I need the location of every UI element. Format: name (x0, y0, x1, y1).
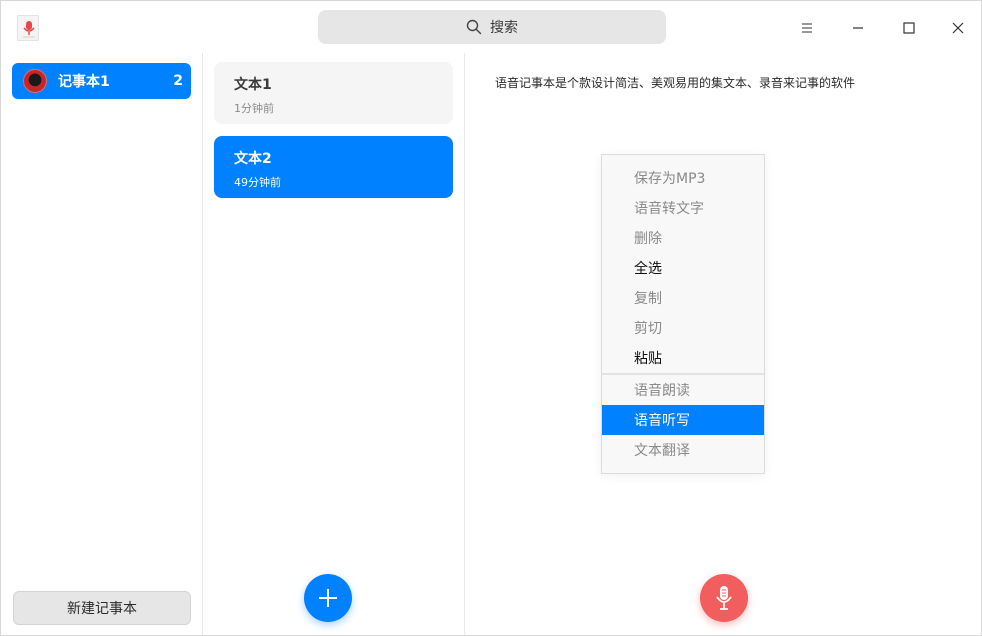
notebook-count-badge: 2 (173, 73, 183, 89)
hamburger-menu-icon (802, 23, 812, 33)
new-notebook-button[interactable]: 新建记事本 (13, 591, 191, 625)
main-menu-button[interactable] (790, 11, 824, 45)
note-list-item[interactable]: 文本1 1分钟前 (214, 62, 453, 124)
microphone-notepad-icon (17, 15, 39, 41)
minimize-icon (853, 27, 863, 29)
titlebar: 搜索 (1, 1, 981, 53)
add-note-button[interactable] (304, 574, 352, 622)
note-title: 文本2 (234, 151, 272, 167)
menu-item-translate[interactable]: 文本翻译 (602, 435, 764, 465)
menu-item-copy[interactable]: 复制 (602, 283, 764, 313)
editor-content[interactable]: 语音记事本是个款设计简洁、美观易用的集文本、录音来记事的软件 (495, 74, 855, 91)
microphone-icon (716, 586, 732, 610)
menu-item-delete[interactable]: 删除 (602, 223, 764, 253)
menu-item-dictation[interactable]: 语音听写 (602, 405, 764, 435)
menu-item-cut[interactable]: 剪切 (602, 313, 764, 343)
note-time: 1分钟前 (234, 102, 274, 115)
context-menu: 保存为MP3 语音转文字 删除 全选 复制 剪切 粘贴 语音朗读 语音听写 文本… (601, 154, 765, 474)
note-list: 文本1 1分钟前 文本2 49分钟前 (204, 53, 465, 635)
close-button[interactable] (941, 11, 975, 45)
note-time: 49分钟前 (234, 176, 281, 189)
close-icon (952, 22, 964, 34)
app-window: 搜索 记事本1 2 新建记事本 文本1 1分钟前 文本2 49分钟前 语音记事本… (0, 0, 982, 636)
notebook-avatar (23, 69, 47, 93)
minimize-button[interactable] (841, 11, 875, 45)
maximize-icon (903, 22, 915, 34)
maximize-button[interactable] (892, 11, 926, 45)
search-input[interactable]: 搜索 (318, 10, 666, 44)
menu-item-select-all[interactable]: 全选 (602, 253, 764, 283)
record-button[interactable] (700, 574, 748, 622)
search-placeholder: 搜索 (490, 20, 518, 36)
menu-item-read-aloud[interactable]: 语音朗读 (602, 375, 764, 405)
notebook-name: 记事本1 (58, 74, 110, 90)
note-list-item-selected[interactable]: 文本2 49分钟前 (214, 136, 453, 198)
note-title: 文本1 (234, 77, 272, 93)
menu-item-paste[interactable]: 粘贴 (602, 343, 764, 373)
menu-item-speech-to-text[interactable]: 语音转文字 (602, 193, 764, 223)
sidebar-item-notebook-1[interactable]: 记事本1 2 (12, 63, 191, 99)
plus-icon (319, 589, 337, 607)
search-icon (466, 19, 482, 35)
menu-item-save-mp3[interactable]: 保存为MP3 (602, 163, 764, 193)
notebook-sidebar: 记事本1 2 新建记事本 (2, 53, 203, 635)
